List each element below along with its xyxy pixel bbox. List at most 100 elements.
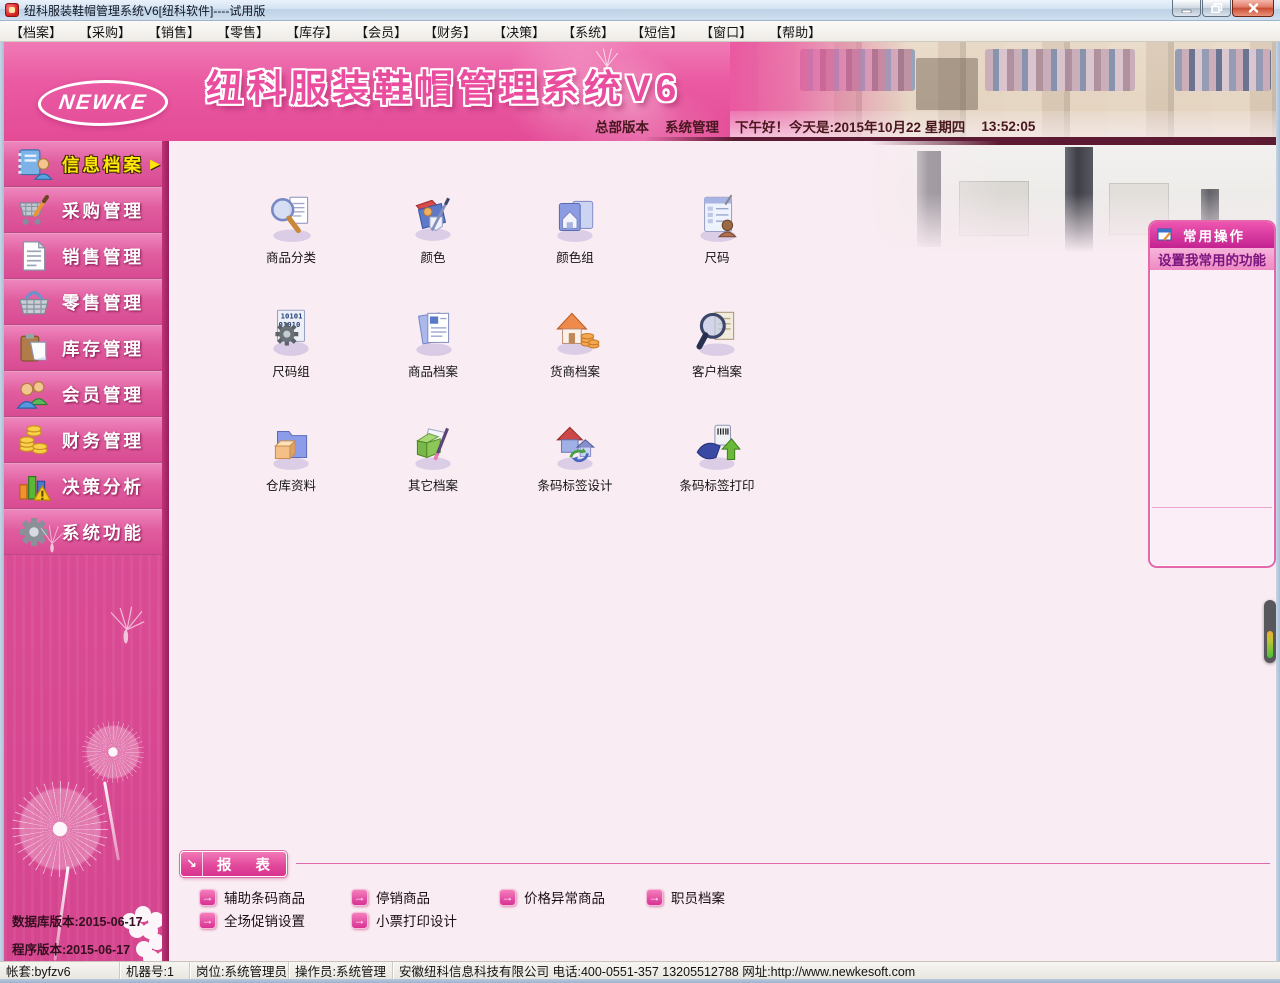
window-border <box>1276 42 1280 983</box>
other-archive-icon <box>406 418 460 472</box>
report-link-store-promotion-settings[interactable]: → 全场促销设置 <box>199 910 305 930</box>
app-icon <box>5 3 19 17</box>
dandelion-decor <box>82 721 144 783</box>
sidebar-item-label: 库存管理 <box>62 336 144 361</box>
menu-purchase[interactable]: 【采购】 <box>77 21 133 42</box>
customer-archive-icon <box>690 304 744 358</box>
menu-retail[interactable]: 【零售】 <box>215 21 271 42</box>
icon-label: 条码标签打印 <box>679 475 754 494</box>
link-arrow-icon: → <box>646 889 663 906</box>
icon-size-group[interactable]: 1010101010 尺码组 <box>220 304 362 418</box>
menu-inventory[interactable]: 【库存】 <box>284 21 340 42</box>
icon-label: 颜色 <box>420 247 445 266</box>
warehouse-info-icon <box>264 418 318 472</box>
edition-label: 总部版本 <box>595 116 649 136</box>
icon-barcode-label-design[interactable]: 条码标签设计 <box>504 418 646 532</box>
scroll-indicator[interactable] <box>1264 600 1276 663</box>
menu-system[interactable]: 【系统】 <box>560 21 616 42</box>
main-content: 商品分类 颜色 颜色组 尺码 1010101010 尺码组 商品档案 <box>169 141 1276 961</box>
sidebar-item-info-archive[interactable]: 信息档案 ▶ <box>4 141 169 187</box>
link-arrow-icon: → <box>351 912 368 929</box>
quick-actions-header: 常用操作 <box>1150 222 1274 248</box>
icon-customer-archive[interactable]: 客户档案 <box>646 304 788 418</box>
barcode-label-design-icon <box>548 418 602 472</box>
report-link-receipt-print-design[interactable]: → 小票打印设计 <box>351 910 457 930</box>
report-link-abnormal-price-goods[interactable]: → 价格异常商品 <box>499 887 605 907</box>
icon-warehouse-info[interactable]: 仓库资料 <box>220 418 362 532</box>
menu-sms[interactable]: 【短信】 <box>629 21 685 42</box>
quick-action-set-favorites[interactable]: 设置我常用的功能 <box>1150 248 1274 270</box>
sidebar-item-member[interactable]: 会员管理 <box>4 371 169 417</box>
inventory-clipboard-icon <box>14 330 54 366</box>
sidebar-item-sales[interactable]: 销售管理 <box>4 233 169 279</box>
finance-coins-icon <box>14 422 54 458</box>
icon-label: 仓库资料 <box>266 475 316 494</box>
sidebar-item-label: 财务管理 <box>62 428 144 453</box>
icon-color[interactable]: 颜色 <box>362 190 504 304</box>
minimize-button[interactable] <box>1172 0 1201 17</box>
window-title: 纽科服装鞋帽管理系统V6[纽科软件]----试用版 <box>24 2 265 19</box>
dept-label: 系统管理 <box>665 116 719 136</box>
app-window: 纽科服装鞋帽管理系统V6[纽科软件]----试用版 【档案】 【采购】 【销售】… <box>0 0 1280 983</box>
purchase-cart-icon <box>14 192 54 228</box>
icon-label: 颜色组 <box>556 247 594 266</box>
menu-help[interactable]: 【帮助】 <box>767 21 823 42</box>
sidebar-item-retail[interactable]: 零售管理 <box>4 279 169 325</box>
icon-supplier-archive[interactable]: 货商档案 <box>504 304 646 418</box>
icon-goods-archive[interactable]: 商品档案 <box>362 304 504 418</box>
report-link-discontinued-goods[interactable]: → 停销商品 <box>351 887 430 907</box>
sidebar-item-label: 信息档案 <box>62 152 144 177</box>
color-group-icon <box>548 190 602 244</box>
menu-sales[interactable]: 【销售】 <box>146 21 202 42</box>
sidebar-item-finance[interactable]: 财务管理 <box>4 417 169 463</box>
status-account: 帐套:byfzv6 <box>0 962 120 979</box>
size-icon <box>690 190 744 244</box>
icon-barcode-label-print[interactable]: 条码标签打印 <box>646 418 788 532</box>
icon-label: 客户档案 <box>692 361 742 380</box>
titlebar: 纽科服装鞋帽管理系统V6[纽科软件]----试用版 <box>0 0 1280 21</box>
icon-label: 尺码组 <box>272 361 310 380</box>
status-operator: 操作员:系统管理 <box>289 962 393 979</box>
icon-size[interactable]: 尺码 <box>646 190 788 304</box>
sidebar-item-purchase[interactable]: 采购管理 <box>4 187 169 233</box>
members-icon <box>14 376 54 412</box>
icon-other-archive[interactable]: 其它档案 <box>362 418 504 532</box>
desktop-icon-grid: 商品分类 颜色 颜色组 尺码 1010101010 尺码组 商品档案 <box>220 190 788 532</box>
icon-label: 商品档案 <box>408 361 458 380</box>
goods-archive-icon <box>406 304 460 358</box>
status-machine: 机器号:1 <box>120 962 190 979</box>
sidebar-item-decision[interactable]: 决策分析 <box>4 463 169 509</box>
icon-goods-category[interactable]: 商品分类 <box>220 190 362 304</box>
menu-finance[interactable]: 【财务】 <box>422 21 478 42</box>
clothing-rack-decor <box>1175 49 1271 91</box>
sidebar-item-label: 系统功能 <box>62 520 144 545</box>
link-arrow-icon: → <box>199 912 216 929</box>
icon-label: 商品分类 <box>266 247 316 266</box>
decision-chart-icon <box>14 468 54 504</box>
statusbar: 帐套:byfzv6 机器号:1 岗位:系统管理员 操作员:系统管理 安徽纽科信息… <box>0 961 1280 979</box>
close-button[interactable] <box>1232 0 1274 17</box>
icon-color-group[interactable]: 颜色组 <box>504 190 646 304</box>
clothing-rack-decor <box>985 49 1135 91</box>
restore-button[interactable] <box>1202 0 1231 17</box>
sidebar-item-inventory[interactable]: 库存管理 <box>4 325 169 371</box>
menu-window[interactable]: 【窗口】 <box>698 21 754 42</box>
menu-member[interactable]: 【会员】 <box>353 21 409 42</box>
color-icon <box>406 190 460 244</box>
info-archive-icon <box>14 146 54 182</box>
menu-archive[interactable]: 【档案】 <box>8 21 64 42</box>
sidebar-item-label: 销售管理 <box>62 244 144 269</box>
report-link-aux-barcode-goods[interactable]: → 辅助条码商品 <box>199 887 305 907</box>
menubar: 【档案】 【采购】 【销售】 【零售】 【库存】 【会员】 【财务】 【决策】 … <box>0 21 1280 42</box>
panel-window-icon <box>1157 228 1173 242</box>
icon-label: 货商档案 <box>550 361 600 380</box>
version-info: 数据库版本:2015-06-17 程序版本:2015-06-17 <box>12 911 143 961</box>
report-link-employee-archive[interactable]: → 职员档案 <box>646 887 725 907</box>
supplier-archive-icon <box>548 304 602 358</box>
sidebar-item-system[interactable]: 系统功能 <box>4 509 169 555</box>
menu-decision[interactable]: 【决策】 <box>491 21 547 42</box>
retail-basket-icon <box>14 284 54 320</box>
dandelion-decor <box>12 781 108 877</box>
reports-arrow-icon: ↘ <box>181 852 203 876</box>
reports-header: ↘ 报 表 <box>180 851 287 877</box>
